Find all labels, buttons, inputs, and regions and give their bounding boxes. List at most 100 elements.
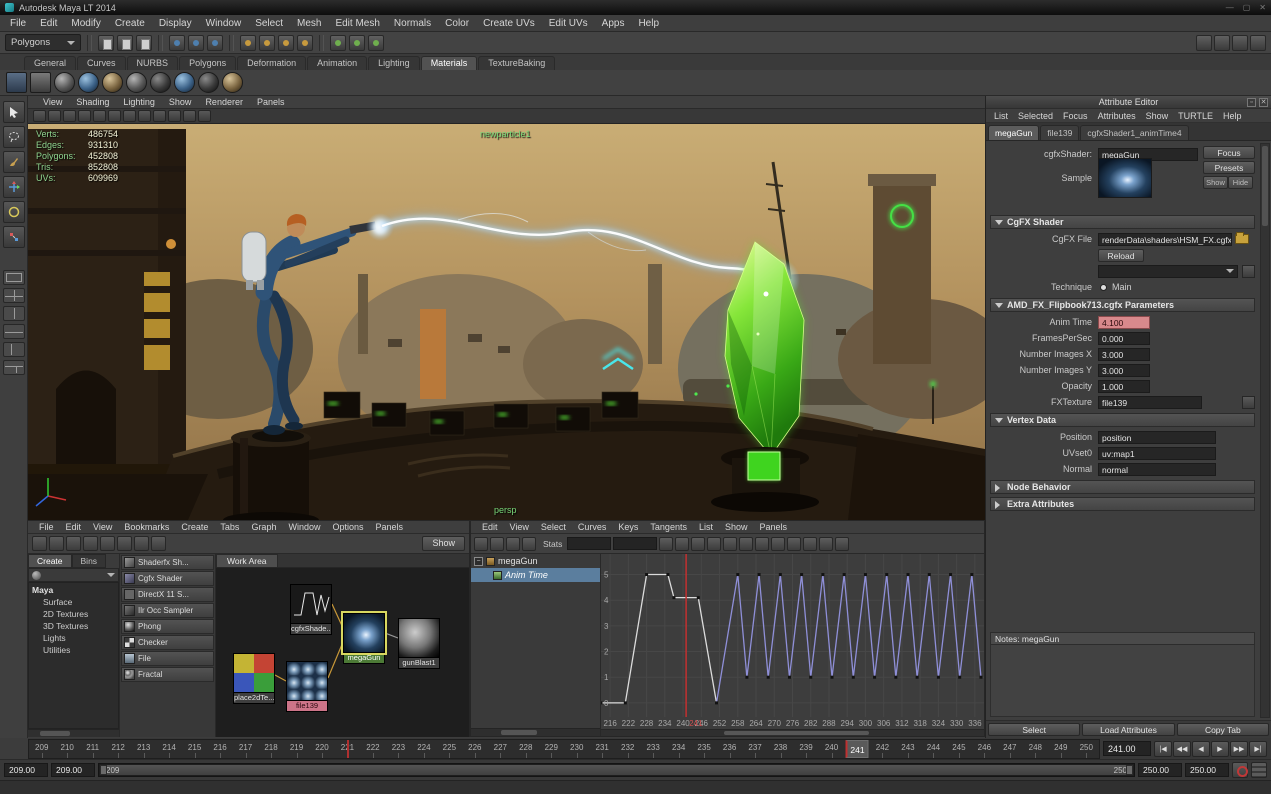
clear-graph-icon[interactable] <box>32 536 47 551</box>
cgfx-file-field[interactable]: renderData\shaders\HSM_FX.cgfx <box>1098 232 1232 246</box>
show-filter-button[interactable]: Show <box>422 536 465 551</box>
graph-editor-menu-curves[interactable]: Curves <box>572 522 613 532</box>
move-keys-icon[interactable] <box>474 536 488 551</box>
step-forward-key-button[interactable] <box>1230 740 1248 757</box>
scale-tool[interactable] <box>2 226 25 248</box>
hypershade-menu-window[interactable]: Window <box>282 522 326 532</box>
viewport-canvas[interactable]: Verts: 486754 Edges: 931310 Polygons: 45280… <box>28 124 985 520</box>
menu-apps[interactable]: Apps <box>595 18 632 29</box>
anim-curve-node[interactable]: cgfxShade... <box>290 584 332 635</box>
snap-curve-icon[interactable] <box>259 34 275 51</box>
flat-tangents-icon[interactable] <box>739 536 754 551</box>
menu-color[interactable]: Color <box>438 18 476 29</box>
close-panel-icon[interactable]: ✕ <box>1259 98 1268 107</box>
hypershade-menu-panels[interactable]: Panels <box>370 522 410 532</box>
ae-tab-megagun[interactable]: megaGun <box>988 125 1040 140</box>
attribute-editor-scrollbar[interactable] <box>1260 143 1270 718</box>
buffer-curve-snapshot-icon[interactable] <box>787 536 802 551</box>
technique-menu-icon[interactable] <box>1242 264 1255 278</box>
snap-point-icon[interactable] <box>278 34 294 51</box>
node-type-button[interactable]: Checker <box>121 635 214 650</box>
toggle-tool-settings-icon[interactable] <box>1232 34 1248 51</box>
node-type-button[interactable]: Fractal <box>121 667 214 682</box>
menu-edit[interactable]: Edit <box>33 18 64 29</box>
select-tool[interactable] <box>2 101 25 123</box>
surface-shader-icon[interactable] <box>198 72 219 93</box>
ipr-render-icon[interactable] <box>349 34 365 51</box>
position-field[interactable]: position <box>1098 430 1216 444</box>
next-graph-icon[interactable] <box>151 536 166 551</box>
save-scene-icon[interactable] <box>136 34 152 51</box>
fxtexture-field[interactable]: file139 <box>1098 395 1202 409</box>
file139-node[interactable]: file139 <box>286 661 328 712</box>
current-frame-indicator[interactable]: 241 <box>845 739 869 758</box>
ramp-shader-icon[interactable] <box>174 72 195 93</box>
menu-modify[interactable]: Modify <box>64 18 107 29</box>
reload-button[interactable]: Reload <box>1098 248 1144 262</box>
section-cgfx-shader[interactable]: CgFX Shader <box>990 215 1255 229</box>
select-button[interactable]: Select <box>988 723 1081 736</box>
auto-key-icon[interactable] <box>1232 762 1248 778</box>
browse-folder-icon[interactable] <box>1235 232 1249 244</box>
outliner-object-row[interactable]: − megaGun <box>471 554 600 568</box>
frame-all-icon[interactable] <box>659 536 674 551</box>
menu-file[interactable]: File <box>3 18 33 29</box>
float-panel-icon[interactable]: ▫ <box>1247 98 1256 107</box>
section-extra-attributes[interactable]: Extra Attributes <box>990 497 1255 511</box>
notes-header[interactable]: Notes: megaGun <box>990 632 1255 645</box>
images-y-field[interactable]: 3.000 <box>1098 363 1150 377</box>
show-output-connections-icon[interactable] <box>100 536 115 551</box>
hypershade-menu-bookmarks[interactable]: Bookmarks <box>118 522 175 532</box>
tree-item[interactable]: Utilities <box>32 645 118 657</box>
ae-menu-list[interactable]: List <box>989 111 1013 121</box>
phong-material-icon[interactable] <box>126 72 147 93</box>
graph-editor-menu-select[interactable]: Select <box>535 522 572 532</box>
gunblast-node[interactable]: gunBlast1 <box>398 618 440 669</box>
insert-keys-icon[interactable] <box>490 536 504 551</box>
images-x-field[interactable]: 3.000 <box>1098 347 1150 361</box>
menu-select[interactable]: Select <box>248 18 290 29</box>
place2d-node[interactable]: place2dTe... <box>233 653 275 704</box>
add-keys-icon[interactable] <box>506 536 520 551</box>
toggle-attribute-editor-icon[interactable] <box>1214 34 1230 51</box>
graph-editor-menu-list[interactable]: List <box>693 522 719 532</box>
graph-editor-menu-edit[interactable]: Edit <box>476 522 504 532</box>
hypershade-menu-options[interactable]: Options <box>326 522 369 532</box>
shaded-display-icon[interactable] <box>168 110 181 122</box>
resolution-gate-icon[interactable] <box>78 110 91 122</box>
node-type-button[interactable]: Cgfx Shader <box>121 571 214 586</box>
anim-end-field[interactable]: 250.00 <box>1185 763 1229 777</box>
time-slider[interactable]: 2092102112122132142152162172182192202212… <box>28 738 1100 759</box>
maximize-icon[interactable]: ▢ <box>1243 3 1251 12</box>
node-type-button[interactable]: Phong <box>121 619 214 634</box>
graph-view[interactable]: 0 1 2 3 4 5 216 222 228 234 240 246 252 258 264 270 276 2… <box>599 554 984 736</box>
blinn-material-icon[interactable] <box>78 72 99 93</box>
render-settings-icon[interactable] <box>368 34 384 51</box>
node-type-button[interactable]: File <box>121 651 214 666</box>
layout-hypershade-persp-icon[interactable] <box>2 360 25 375</box>
plateau-tangents-icon[interactable] <box>771 536 786 551</box>
camera-lock-icon[interactable] <box>33 110 46 122</box>
graph-editor-menu-show[interactable]: Show <box>719 522 754 532</box>
shelf-tab-curves[interactable]: Curves <box>77 56 126 70</box>
select-object-icon[interactable] <box>188 34 204 51</box>
hypershade-menu-create[interactable]: Create <box>175 522 214 532</box>
snap-grid-icon[interactable] <box>240 34 256 51</box>
shelf-tab-lighting[interactable]: Lighting <box>368 56 420 70</box>
gate-mask-icon[interactable] <box>93 110 106 122</box>
menu-help[interactable]: Help <box>631 18 666 29</box>
field-chart-icon[interactable] <box>108 110 121 122</box>
move-tool[interactable] <box>2 176 25 198</box>
shelf-tab-animation[interactable]: Animation <box>307 56 368 70</box>
graph-materials-icon[interactable] <box>66 536 81 551</box>
create-panel-scrollbar[interactable] <box>28 729 119 737</box>
grid-toggle-icon[interactable] <box>48 110 61 122</box>
close-icon[interactable]: ✕ <box>1259 3 1266 12</box>
shelf-tab-texturebaking[interactable]: TextureBaking <box>478 56 556 70</box>
frame-playback-icon[interactable] <box>675 536 690 551</box>
graph-editor-menu-panels[interactable]: Panels <box>753 522 793 532</box>
spline-tangents-icon[interactable] <box>691 536 706 551</box>
shelf-tab-materials[interactable]: Materials <box>420 56 478 70</box>
menu-create[interactable]: Create <box>108 18 152 29</box>
section-flipbook-parameters[interactable]: AMD_FX_Flipbook713.cgfx Parameters <box>990 298 1255 312</box>
